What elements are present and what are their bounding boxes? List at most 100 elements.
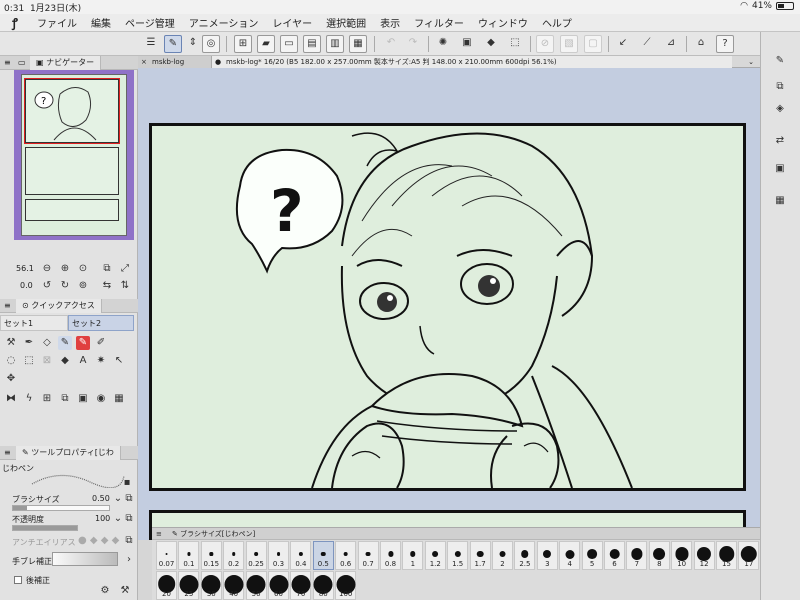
doc-tab-1[interactable]: × mskb-log	[138, 56, 212, 68]
canvas-area[interactable]: ?	[138, 68, 760, 540]
grid-icon[interactable]: ▦	[112, 392, 126, 406]
menu-filter[interactable]: フィルター	[407, 15, 471, 30]
move-icon[interactable]: ✥	[4, 372, 18, 386]
rotate-left-icon[interactable]: ↺	[40, 279, 54, 293]
brush-size-swatch[interactable]: 10	[671, 541, 693, 570]
antialias-options[interactable]: ● ◆ ◆ ◆	[78, 535, 119, 546]
rotation-value[interactable]: 0.0	[20, 281, 33, 290]
fill-bucket-icon[interactable]: ◆	[482, 35, 500, 53]
disabled-tool-icon[interactable]: ⊠	[40, 354, 54, 368]
pen-panel-icon[interactable]: ✎	[773, 54, 787, 68]
selection-border-icon[interactable]: ▢	[584, 35, 602, 53]
help-icon[interactable]: ?	[716, 35, 734, 53]
brush-size-link-icon[interactable]: ⧉	[122, 492, 136, 506]
brush-size-swatch[interactable]: 8	[648, 541, 670, 570]
brush-size-swatch[interactable]: 7	[626, 541, 648, 570]
fit-width-icon[interactable]: ⧉	[100, 262, 114, 276]
brush-size-swatch[interactable]: 30	[200, 571, 222, 600]
quick-set-2[interactable]: セット2	[68, 315, 134, 331]
color-set-icon[interactable]: ▦	[773, 194, 787, 208]
actual-size-icon[interactable]: ⤢	[118, 262, 132, 276]
lock-icon[interactable]: ⌂	[692, 35, 710, 53]
brush-size-swatch[interactable]: 0.4	[290, 541, 312, 570]
brush-size-swatch[interactable]: 0.5	[312, 541, 334, 570]
brush-size-swatch[interactable]: 0.2	[223, 541, 245, 570]
wrench-icon[interactable]: ⚒	[4, 336, 18, 350]
brush-size-swatch[interactable]: 1.7	[469, 541, 491, 570]
up-down-arrows-icon[interactable]: ⇕	[184, 35, 202, 53]
close-icon[interactable]: ×	[141, 56, 147, 68]
menu-view[interactable]: 表示	[373, 15, 407, 30]
brush-size-swatch[interactable]: 4	[559, 541, 581, 570]
pen-icon[interactable]: ✒	[22, 336, 36, 350]
deselect-icon[interactable]: ⊘	[536, 35, 554, 53]
brush-size-swatch[interactable]: 12	[693, 541, 715, 570]
save-icon[interactable]: ▭	[280, 35, 298, 53]
panel-menu-icon[interactable]: ≡	[4, 299, 11, 312]
panel-menu-icon[interactable]: ≡	[4, 56, 11, 69]
brush-size-swatch[interactable]: 0.6	[335, 541, 357, 570]
zoom-out-icon[interactable]: ⊖	[40, 262, 54, 276]
open-folder-icon[interactable]: ▰	[257, 35, 275, 53]
quick-access-tab[interactable]: ⊙ クイックアクセス	[16, 299, 102, 313]
brush-size-swatch[interactable]: 5	[581, 541, 603, 570]
app-logo-icon[interactable]: ꝭ	[0, 14, 30, 31]
rotate-right-icon[interactable]: ↻	[58, 279, 72, 293]
rect-select-icon[interactable]: ⬚	[22, 354, 36, 368]
brush-size-swatch[interactable]: 3	[536, 541, 558, 570]
quick-set-1[interactable]: セット1	[0, 315, 68, 331]
flip-vertical-icon[interactable]: ⇅	[118, 279, 132, 293]
brush-size-swatch[interactable]: 50	[245, 571, 267, 600]
brush-size-swatch[interactable]: 20	[156, 571, 177, 600]
text-icon[interactable]: A	[76, 354, 90, 368]
lock-small-icon[interactable]: ▪	[120, 476, 134, 490]
brush-size-tab[interactable]: ✎ ブラシサイズ[じわペン]	[172, 528, 255, 540]
clear-layer-icon[interactable]: ▣	[458, 35, 476, 53]
brush-size-swatch[interactable]: 0.1	[178, 541, 200, 570]
tab-dropdown-icon[interactable]: ⌄	[748, 56, 754, 68]
brush-size-swatch[interactable]: 1.2	[424, 541, 446, 570]
redo-icon[interactable]: ↷	[404, 35, 422, 53]
menu-file[interactable]: ファイル	[30, 15, 84, 30]
brush-tool-icon[interactable]: ⟋	[638, 35, 656, 53]
brush-size-swatch[interactable]: 25	[178, 571, 200, 600]
brush-size-swatch[interactable]: 15	[716, 541, 737, 570]
new-layer-icon[interactable]: ⊞	[40, 392, 54, 406]
brush-size-swatch[interactable]: 0.7	[357, 541, 379, 570]
menu-help[interactable]: ヘルプ	[535, 15, 579, 30]
ruler-tool-icon[interactable]: ⊿	[662, 35, 680, 53]
antialias-link-icon[interactable]: ⧉	[122, 534, 136, 548]
brush-size-swatch[interactable]: 0.07	[156, 541, 177, 570]
menu-layer[interactable]: レイヤー	[265, 15, 319, 30]
bucket-icon[interactable]: ◆	[58, 354, 72, 368]
layers-stack-icon[interactable]: ⧉	[773, 80, 787, 94]
brush-size-slider[interactable]	[12, 505, 110, 511]
eraser-icon[interactable]: ◇	[40, 336, 54, 350]
jiwa-pen-icon[interactable]: ✎	[76, 336, 90, 350]
menu-animation[interactable]: アニメーション	[182, 15, 266, 30]
subview-icon[interactable]: ▭	[18, 56, 26, 69]
gpen-icon[interactable]: ✎	[58, 336, 72, 350]
stabilization-arrow-icon[interactable]: ›	[122, 553, 136, 567]
panel-menu-icon[interactable]: ≡	[156, 528, 162, 540]
reset-rotation-icon[interactable]: ⊚	[76, 279, 90, 293]
flip-horizontal-icon[interactable]: ⇆	[100, 279, 114, 293]
transform-icon[interactable]: ⬚	[506, 35, 524, 53]
edit-tool-icon[interactable]: ✎	[164, 35, 182, 53]
brush-size-swatch[interactable]: 6	[604, 541, 625, 570]
material-icon[interactable]: ▣	[773, 162, 787, 176]
menu-selection[interactable]: 選択範囲	[319, 15, 373, 30]
loading-spinner-icon[interactable]: ✺	[434, 35, 452, 53]
navigator-preview[interactable]: ?	[14, 70, 134, 240]
brush-size-swatch[interactable]: 2	[492, 541, 513, 570]
circle-icon[interactable]: ◉	[94, 392, 108, 406]
tool-property-tab[interactable]: ✎ ツールプロパティ[じわ	[16, 446, 121, 460]
brush-size-swatch[interactable]: 0.3	[268, 541, 289, 570]
new-file-icon[interactable]: ⊞	[234, 35, 252, 53]
pen-tool-icon[interactable]: ↙	[614, 35, 632, 53]
navigator-viewport-rect[interactable]	[24, 78, 120, 144]
stabilization-slider[interactable]	[52, 552, 118, 566]
opacity-slider[interactable]	[12, 525, 78, 531]
brush-size-value[interactable]: 0.50	[92, 494, 110, 503]
brush-size-swatch[interactable]: 70	[290, 571, 312, 600]
